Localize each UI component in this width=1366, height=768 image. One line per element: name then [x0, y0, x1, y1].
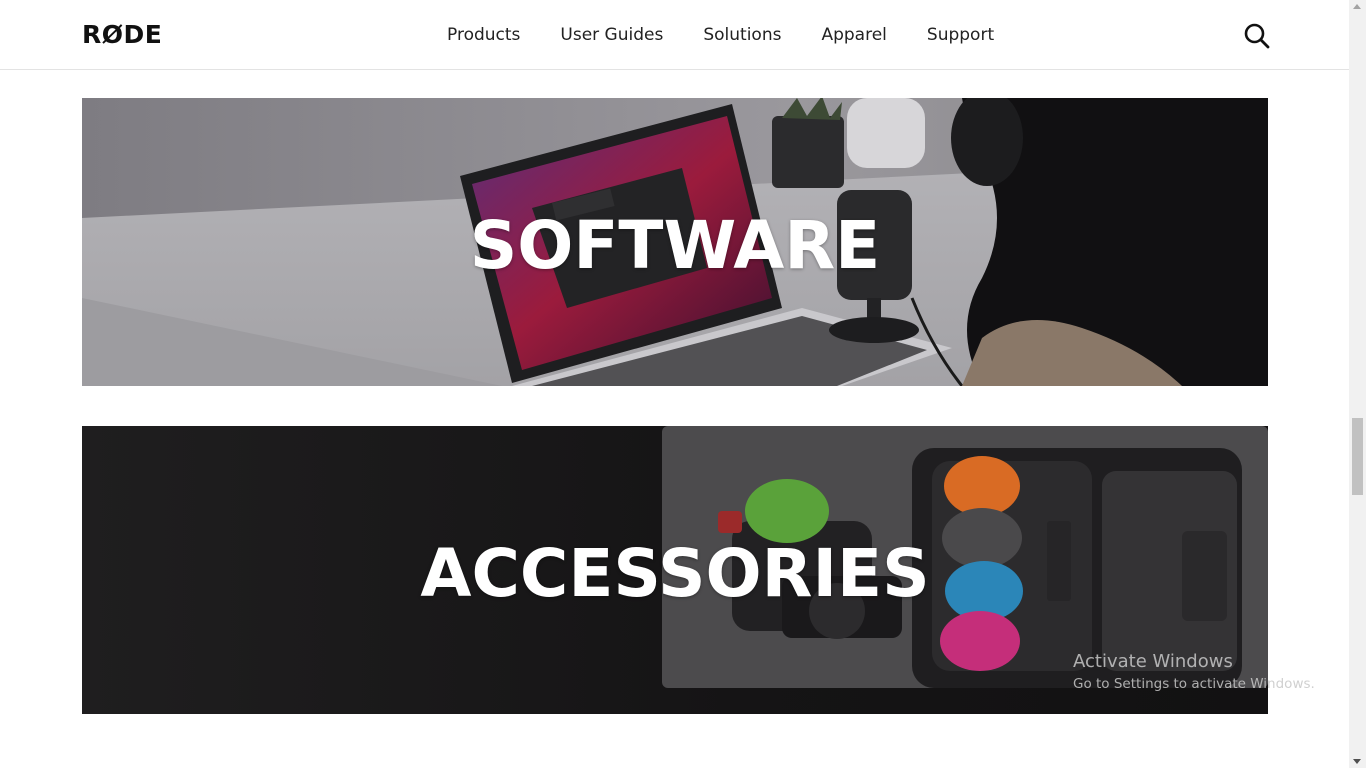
nav-item-products[interactable]: Products — [447, 23, 520, 47]
software-title: SOFTWARE — [469, 207, 881, 284]
nav-item-user-guides[interactable]: User Guides — [560, 23, 663, 47]
search-icon — [1244, 23, 1270, 49]
scroll-down-arrow-icon[interactable] — [1353, 759, 1361, 764]
page-scrollbar[interactable] — [1349, 0, 1366, 768]
accessories-title: ACCESSORIES — [420, 535, 930, 612]
site-header: RØDE Products User Guides Solutions Appa… — [0, 0, 1349, 70]
scroll-up-arrow-icon[interactable] — [1353, 4, 1361, 9]
rode-logo[interactable]: RØDE — [82, 19, 162, 51]
search-button[interactable] — [1243, 22, 1271, 50]
main-nav: Products User Guides Solutions Apparel S… — [447, 23, 994, 47]
page: RØDE Products User Guides Solutions Appa… — [0, 0, 1366, 768]
nav-item-apparel[interactable]: Apparel — [821, 23, 886, 47]
software-banner[interactable]: SOFTWARE — [82, 98, 1268, 386]
nav-item-solutions[interactable]: Solutions — [703, 23, 781, 47]
nav-item-support[interactable]: Support — [927, 23, 994, 47]
accessories-banner[interactable]: ACCESSORIES — [82, 426, 1268, 714]
scroll-thumb[interactable] — [1352, 418, 1363, 495]
